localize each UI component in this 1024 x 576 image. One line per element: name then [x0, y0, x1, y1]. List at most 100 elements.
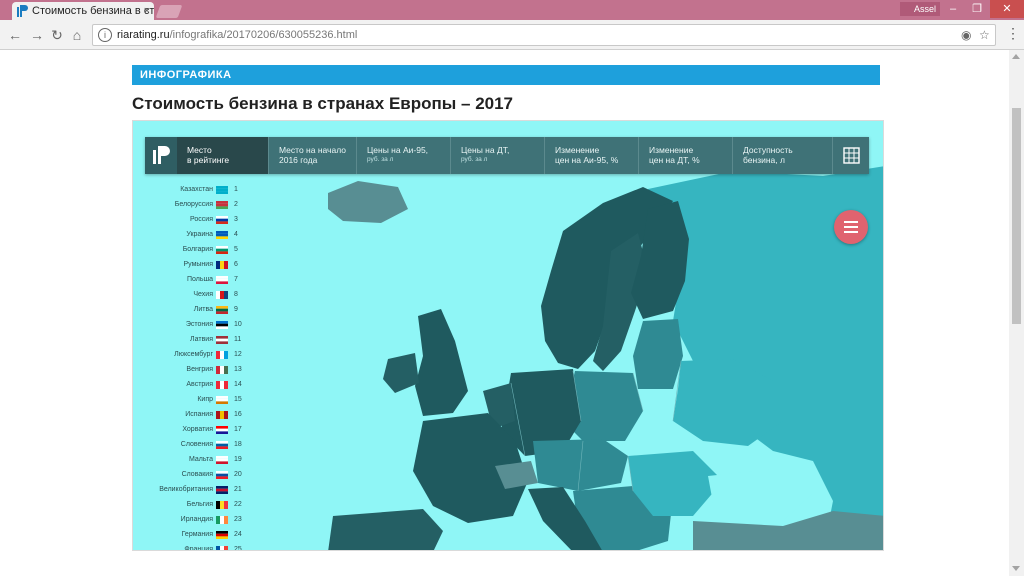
rank-number: 12	[234, 351, 242, 358]
home-icon[interactable]: ⌂	[68, 26, 86, 44]
rank-number: 20	[234, 471, 242, 478]
bookmark-star-icon[interactable]: ☆	[979, 28, 990, 42]
rank-number: 17	[234, 426, 242, 433]
rank-row[interactable]: Эстония 10	[146, 317, 246, 332]
tab-fuel-affordability[interactable]: Доступность бензина, л	[733, 137, 833, 174]
country-flag-icon	[216, 516, 228, 524]
tab-price-diesel-sub: руб. за л	[461, 156, 488, 163]
country-name: Испания	[185, 411, 213, 418]
rank-number: 7	[234, 276, 238, 283]
country-flag-icon	[216, 366, 228, 374]
country-flag-icon	[216, 186, 228, 194]
rank-number: 4	[234, 231, 238, 238]
country-name: Болгария	[182, 246, 213, 253]
rank-number: 23	[234, 516, 242, 523]
country-flag-icon	[216, 381, 228, 389]
rank-row[interactable]: Белоруссия 2	[146, 197, 246, 212]
rank-row[interactable]: Хорватия 17	[146, 422, 246, 437]
tab-close-icon[interactable]: ×	[144, 2, 150, 20]
country-name: Словакия	[181, 471, 213, 478]
rank-row[interactable]: Литва 9	[146, 302, 246, 317]
country-flag-icon	[216, 486, 228, 494]
page-scrollbar[interactable]	[1009, 50, 1024, 576]
country-flag-icon	[216, 411, 228, 419]
rank-row[interactable]: Испания 16	[146, 407, 246, 422]
category-banner[interactable]: ИНФОГРАФИКА	[132, 65, 880, 85]
profile-button[interactable]: Assel	[900, 2, 940, 16]
rank-row[interactable]: Чехия 8	[146, 287, 246, 302]
rank-row[interactable]: Венгрия 13	[146, 362, 246, 377]
forward-arrow-icon[interactable]: →	[28, 26, 46, 44]
rank-row[interactable]: Казахстан 1	[146, 182, 246, 197]
country-flag-icon	[216, 546, 228, 550]
reload-icon[interactable]: ↻	[48, 26, 66, 44]
rank-row[interactable]: Кипр 15	[146, 392, 246, 407]
rank-row[interactable]: Россия 3	[146, 212, 246, 227]
rank-row[interactable]: Украина 4	[146, 227, 246, 242]
tab-price-ai95[interactable]: Цены на Аи-95, руб. за л	[357, 137, 451, 174]
rank-row[interactable]: Люксембург 12	[146, 347, 246, 362]
close-window-button[interactable]: ✕	[990, 0, 1024, 18]
minimize-button[interactable]: –	[942, 0, 964, 18]
rank-row[interactable]: Германия 24	[146, 527, 246, 542]
rank-row[interactable]: Великобритания 21	[146, 482, 246, 497]
restore-button[interactable]: ❐	[966, 0, 988, 18]
scrollbar-thumb[interactable]	[1012, 108, 1021, 324]
country-name: Белоруссия	[174, 201, 213, 208]
back-arrow-icon[interactable]: ←	[6, 26, 24, 44]
rank-number: 15	[234, 396, 242, 403]
menu-hamburger-icon[interactable]	[834, 210, 868, 244]
rank-number: 18	[234, 441, 242, 448]
tab-change-diesel[interactable]: Изменение цен на ДТ, %	[639, 137, 733, 174]
scroll-up-icon[interactable]	[1012, 54, 1020, 59]
new-tab-button[interactable]	[155, 5, 183, 18]
tab-price-diesel[interactable]: Цены на ДТ, руб. за л	[451, 137, 545, 174]
site-info-icon[interactable]: i	[98, 28, 112, 42]
address-bar[interactable]: i riarating.ru/infografika/20170206/6300…	[92, 24, 996, 46]
browser-tab[interactable]: Стоимость бензина в стр ×	[12, 2, 154, 20]
rank-number: 8	[234, 291, 238, 298]
rank-row[interactable]: Словакия 20	[146, 467, 246, 482]
rank-row[interactable]: Бельгия 22	[146, 497, 246, 512]
url-text[interactable]: riarating.ru/infografika/20170206/630055…	[117, 25, 357, 45]
rank-row[interactable]: Австрия 14	[146, 377, 246, 392]
tab-change-diesel-line1: Изменение	[649, 145, 694, 155]
tab-rank-2016[interactable]: Место на начало 2016 года	[269, 137, 357, 174]
country-flag-icon	[216, 306, 228, 314]
ria-rating-logo-icon[interactable]	[145, 137, 177, 174]
browser-menu-icon[interactable]: ⋮	[1006, 26, 1020, 40]
rank-row[interactable]: Румыния 6	[146, 257, 246, 272]
infographic-header: Место в рейтинге Место на начало 2016 го…	[145, 137, 869, 174]
rank-number: 2	[234, 201, 238, 208]
rank-row[interactable]: Латвия 11	[146, 332, 246, 347]
rank-row[interactable]: Словения 18	[146, 437, 246, 452]
page-title: Стоимость бензина в странах Европы – 201…	[132, 94, 514, 113]
country-flag-icon	[216, 471, 228, 479]
country-name: Франция	[184, 546, 213, 551]
rank-row[interactable]: Франция 25	[146, 542, 246, 551]
country-name: Польша	[186, 276, 213, 283]
country-flag-icon	[216, 531, 228, 539]
rank-row[interactable]: Болгария 5	[146, 242, 246, 257]
tab-change-diesel-line2: цен на ДТ, %	[649, 155, 700, 165]
rank-number: 14	[234, 381, 242, 388]
scroll-down-icon[interactable]	[1012, 566, 1020, 571]
riarating-favicon-icon	[17, 5, 28, 17]
table-view-icon[interactable]	[833, 137, 869, 174]
rank-row[interactable]: Мальта 19	[146, 452, 246, 467]
country-flag-icon	[216, 231, 228, 239]
translate-icon[interactable]: ◉	[961, 28, 971, 42]
infographic-map[interactable]: Место в рейтинге Место на начало 2016 го…	[132, 120, 884, 551]
tab-change-ai95[interactable]: Изменение цен на Аи-95, %	[545, 137, 639, 174]
rank-row[interactable]: Ирландия 23	[146, 512, 246, 527]
country-flag-icon	[216, 216, 228, 224]
tab-rank[interactable]: Место в рейтинге	[177, 137, 269, 174]
tab-rank-2016-line2: 2016 года	[279, 155, 318, 165]
rank-number: 19	[234, 456, 242, 463]
country-flag-icon	[216, 246, 228, 254]
rank-number: 6	[234, 261, 238, 268]
country-name: Словения	[180, 441, 213, 448]
rank-number: 5	[234, 246, 238, 253]
country-flag-icon	[216, 201, 228, 209]
rank-row[interactable]: Польша 7	[146, 272, 246, 287]
